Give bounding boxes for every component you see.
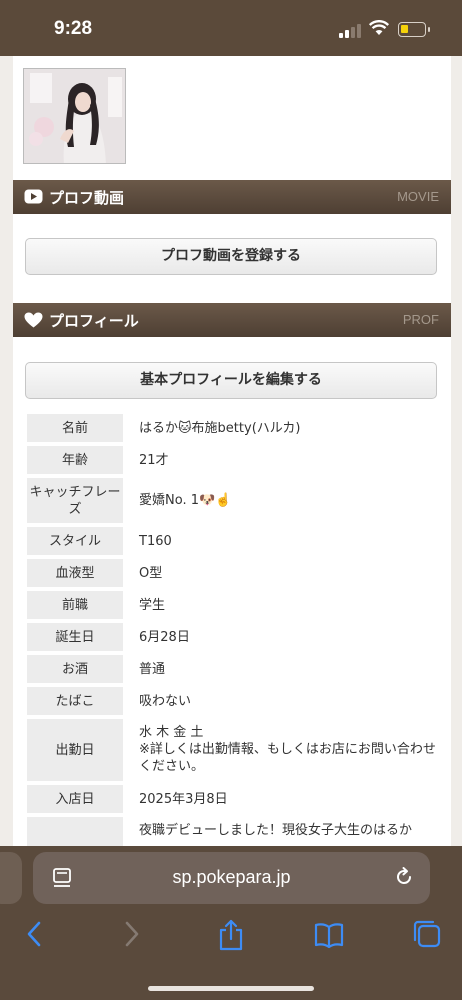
profile-photo[interactable] [23, 68, 126, 164]
profile-value: 吸わない [139, 693, 192, 709]
section-title-prof: プロフィール [49, 312, 139, 330]
home-indicator[interactable] [148, 986, 314, 991]
profile-row: スタイル T160 [27, 527, 437, 555]
profile-value: T160 [139, 533, 172, 549]
profile-value: 水 木 金 土 ※詳しくは出勤情報、もしくはお店にお問い合わせください。 [139, 725, 436, 774]
battery-icon [398, 22, 430, 37]
section-subtitle-movie: MOVIE [397, 189, 439, 204]
previous-tab-preview[interactable] [0, 852, 22, 904]
profile-label: キャッチフレーズ [27, 478, 123, 523]
profile-label: 前職 [27, 591, 123, 619]
profile-value: 普通 [139, 661, 166, 677]
page-content: プロフ動画 MOVIE プロフ動画を登録する プロフィール PROF 基本プロフ… [13, 56, 451, 846]
profile-table: 名前 はるか🐱布施betty(ハルカ) 年齢 21才 キャッチフレーズ 愛嬌No… [27, 414, 437, 846]
wifi-icon [369, 20, 389, 35]
profile-row: キャッチフレーズ 愛嬌No. 1🐶☝️ [27, 478, 437, 523]
profile-row: 出勤日 水 木 金 土 ※詳しくは出勤情報、もしくはお店にお問い合わせください。 [27, 719, 437, 781]
profile-value: 21才 [139, 452, 169, 468]
profile-label: スタイル [27, 527, 123, 555]
browser-toolbar: sp.pokepara.jp [0, 846, 462, 1000]
profile-row: 血液型 O型 [27, 559, 437, 587]
profile-row: 誕生日 6月28日 [27, 623, 437, 651]
profile-value: 愛嬌No. 1🐶☝️ [139, 493, 232, 508]
reload-icon[interactable] [394, 867, 414, 887]
profile-row: お酒 普通 [27, 655, 437, 683]
profile-value: はるか🐱布施betty(ハルカ) [139, 420, 301, 436]
url-text: sp.pokepara.jp [172, 867, 291, 887]
section-title-movie: プロフ動画 [49, 189, 125, 207]
section-header-movie: プロフ動画 MOVIE [13, 180, 451, 214]
bookmarks-icon[interactable] [314, 919, 344, 949]
status-bar: 9:28 [0, 0, 462, 56]
profile-value: 6月28日 [139, 629, 190, 645]
profile-label: たばこ [27, 687, 123, 715]
register-movie-button[interactable]: プロフ動画を登録する [25, 238, 437, 275]
profile-row: 夜職デビューしました！現役女子大生のはるか [27, 817, 437, 846]
profile-row: 年齢 21才 [27, 446, 437, 474]
status-time: 9:28 [54, 18, 93, 39]
profile-label: 誕生日 [27, 623, 123, 651]
profile-row: たばこ 吸わない [27, 687, 437, 715]
profile-label: 血液型 [27, 559, 123, 587]
profile-value: O型 [139, 565, 163, 581]
profile-row: 前職 学生 [27, 591, 437, 619]
profile-value: 学生 [139, 597, 166, 613]
profile-row: 名前 はるか🐱布施betty(ハルカ) [27, 414, 437, 442]
edit-profile-button[interactable]: 基本プロフィールを編集する [25, 362, 437, 399]
profile-label: 年齢 [27, 446, 123, 474]
profile-label [27, 817, 123, 846]
cellular-signal-icon [339, 24, 363, 38]
profile-label: 名前 [27, 414, 123, 442]
tabs-icon[interactable] [412, 919, 442, 949]
play-icon [24, 189, 43, 204]
profile-label: 入店日 [27, 785, 123, 813]
web-page: プロフ動画 MOVIE プロフ動画を登録する プロフィール PROF 基本プロフ… [0, 56, 462, 846]
share-icon[interactable] [218, 919, 244, 951]
section-subtitle-prof: PROF [402, 312, 439, 327]
profile-photo-image [24, 69, 125, 163]
profile-row: 入店日 2025年3月8日 [27, 785, 437, 813]
profile-value: 夜職デビューしました！現役女子大生のはるか [139, 823, 413, 838]
back-icon[interactable] [24, 919, 44, 949]
heart-icon [24, 312, 43, 328]
profile-label: お酒 [27, 655, 123, 683]
address-bar[interactable]: sp.pokepara.jp [33, 852, 430, 904]
profile-value: 2025年3月8日 [139, 791, 228, 807]
profile-label: 出勤日 [27, 719, 123, 781]
forward-icon[interactable] [122, 919, 142, 949]
section-header-prof: プロフィール PROF [13, 303, 451, 337]
